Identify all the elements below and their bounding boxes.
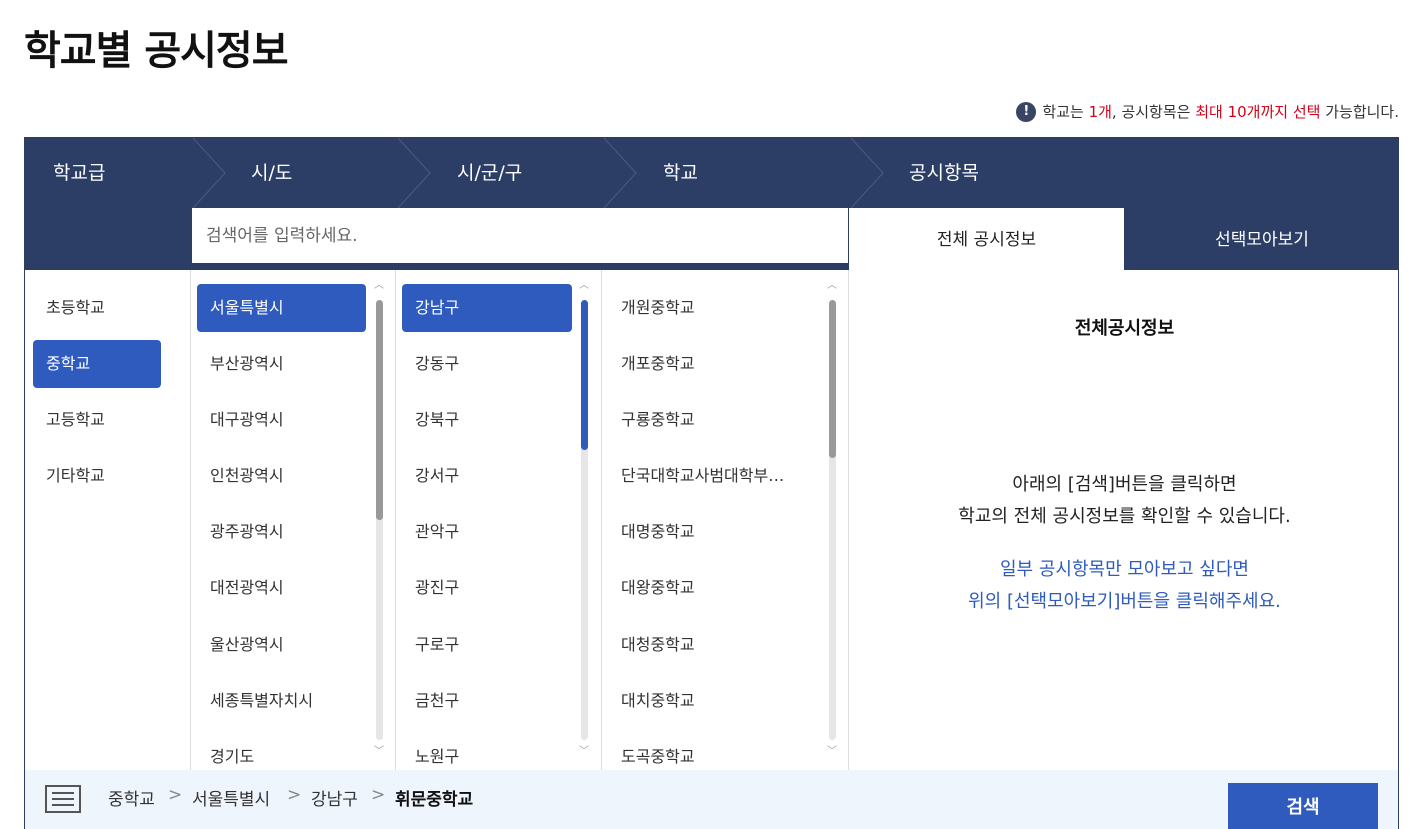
sigungu-item[interactable]: 광진구	[402, 564, 572, 612]
school-level-item[interactable]: 기타학교	[33, 452, 161, 500]
breadcrumb-separator: >	[168, 785, 183, 805]
scrollbar-thumb[interactable]	[376, 300, 383, 520]
page-title: 학교별 공시정보	[24, 28, 289, 74]
tab-all-disclosure[interactable]: 전체 공시정보	[849, 208, 1124, 270]
school-item[interactable]: 구룡중학교	[608, 396, 808, 444]
sido-item[interactable]: 인천광역시	[197, 452, 366, 500]
sigungu-item-selected[interactable]: 강남구	[402, 284, 572, 332]
school-list: 개원중학교 개포중학교 구룡중학교 단국대학교사범대학부… 대명중학교 대왕중학…	[602, 270, 849, 770]
step-divider	[397, 138, 431, 208]
sido-list: 서울특별시 부산광역시 대구광역시 인천광역시 광주광역시 대전광역시 울산광역…	[191, 270, 396, 770]
info-hint: 위의 [선택모아보기]버튼을 클릭해주세요.	[968, 591, 1281, 612]
sido-item[interactable]: 광주광역시	[197, 508, 366, 556]
school-item[interactable]: 대왕중학교	[608, 564, 808, 612]
step-divider	[192, 138, 226, 208]
step-sido: 시/도	[251, 162, 293, 184]
breadcrumb-item: 서울특별시	[192, 790, 271, 810]
sido-item[interactable]: 울산광역시	[197, 621, 366, 669]
step-school-level: 학교급	[53, 162, 106, 184]
sigungu-item[interactable]: 강동구	[402, 340, 572, 388]
sigungu-item[interactable]: 강서구	[402, 452, 572, 500]
notice-text: 학교는 1개, 공시항목은 최대 10개까지 선택 가능합니다.	[1042, 103, 1399, 121]
breadcrumb-separator: >	[371, 785, 386, 805]
disclosure-info: 전체공시정보 아래의 [검색]버튼을 클릭하면 학교의 전체 공시정보를 확인할…	[849, 270, 1398, 770]
school-item[interactable]: 대청중학교	[608, 621, 808, 669]
sido-item[interactable]: 세종특별자치시	[197, 677, 366, 725]
breadcrumb-item: 중학교	[108, 790, 155, 810]
school-item[interactable]: 대명중학교	[608, 508, 808, 556]
sido-item[interactable]: 대구광역시	[197, 396, 366, 444]
sido-item[interactable]: 부산광역시	[197, 340, 366, 388]
header-spacer	[25, 208, 191, 270]
school-level-list: 초등학교 중학교 고등학교 기타학교	[25, 270, 191, 770]
breadcrumb-separator: >	[287, 785, 302, 805]
scrollbar[interactable]	[581, 300, 588, 740]
step-school: 학교	[663, 162, 698, 184]
selection-bar: 중학교 > 서울특별시 > 강남구 > 휘문중학교 검색	[25, 770, 1398, 829]
step-sigungu: 시/군/구	[457, 162, 523, 184]
sido-item[interactable]: 대전광역시	[197, 564, 366, 612]
step-disclosure-items: 공시항목	[909, 162, 979, 184]
sigungu-item[interactable]: 강북구	[402, 396, 572, 444]
scrollbar-thumb[interactable]	[829, 300, 836, 458]
sigungu-item[interactable]: 노원구	[402, 733, 572, 770]
step-header: 학교급 시/도 시/군/구 학교 공시항목	[25, 138, 1398, 208]
school-item[interactable]: 도곡중학교	[608, 733, 808, 770]
school-item[interactable]: 단국대학교사범대학부…	[608, 452, 808, 500]
sido-item[interactable]: 경기도	[197, 733, 366, 770]
scrollbar[interactable]	[376, 300, 383, 740]
info-title: 전체공시정보	[1074, 318, 1175, 339]
scrollbar-thumb[interactable]	[581, 300, 588, 450]
list-icon	[45, 785, 81, 813]
view-tabs: 전체 공시정보 선택모아보기	[849, 208, 1398, 270]
search-bar	[191, 208, 849, 270]
sido-item-selected[interactable]: 서울특별시	[197, 284, 366, 332]
info-text: 학교의 전체 공시정보를 확인할 수 있습니다.	[958, 506, 1291, 527]
scroll-down-icon[interactable]: ﹀	[826, 746, 838, 758]
sigungu-item[interactable]: 관악구	[402, 508, 572, 556]
sigungu-item[interactable]: 금천구	[402, 677, 572, 725]
breadcrumb-item-current: 휘문중학교	[395, 790, 474, 810]
scroll-up-icon[interactable]: ︿	[373, 280, 385, 292]
step-divider	[603, 138, 637, 208]
search-panel: 학교급 시/도 시/군/구 학교 공시항목 전체 공시정보 선택모아보기 초등학…	[24, 137, 1399, 829]
scroll-up-icon[interactable]: ︿	[578, 280, 590, 292]
scrollbar[interactable]	[829, 300, 836, 740]
scroll-down-icon[interactable]: ﹀	[373, 746, 385, 758]
school-item[interactable]: 개포중학교	[608, 340, 808, 388]
info-hint: 일부 공시항목만 모아보고 싶다면	[999, 559, 1249, 580]
school-level-item-selected[interactable]: 중학교	[33, 340, 161, 388]
sigungu-item[interactable]: 구로구	[402, 621, 572, 669]
school-item[interactable]: 개원중학교	[608, 284, 808, 332]
scroll-down-icon[interactable]: ﹀	[578, 746, 590, 758]
school-level-item[interactable]: 고등학교	[33, 396, 161, 444]
info-text: 아래의 [검색]버튼을 클릭하면	[1012, 474, 1237, 495]
scroll-up-icon[interactable]: ︿	[826, 280, 838, 292]
selection-notice: ! 학교는 1개, 공시항목은 최대 10개까지 선택 가능합니다.	[1016, 101, 1399, 122]
school-item[interactable]: 대치중학교	[608, 677, 808, 725]
search-input[interactable]	[192, 208, 848, 263]
sigungu-list: 강남구 강동구 강북구 강서구 관악구 광진구 구로구 금천구 노원구 ︿ ﹀	[396, 270, 602, 770]
step-divider	[850, 138, 884, 208]
tab-selected-view[interactable]: 선택모아보기	[1124, 208, 1398, 270]
search-button[interactable]: 검색	[1228, 783, 1378, 829]
school-level-item[interactable]: 초등학교	[33, 284, 161, 332]
breadcrumb-item: 강남구	[311, 790, 358, 810]
info-icon: !	[1016, 101, 1037, 122]
